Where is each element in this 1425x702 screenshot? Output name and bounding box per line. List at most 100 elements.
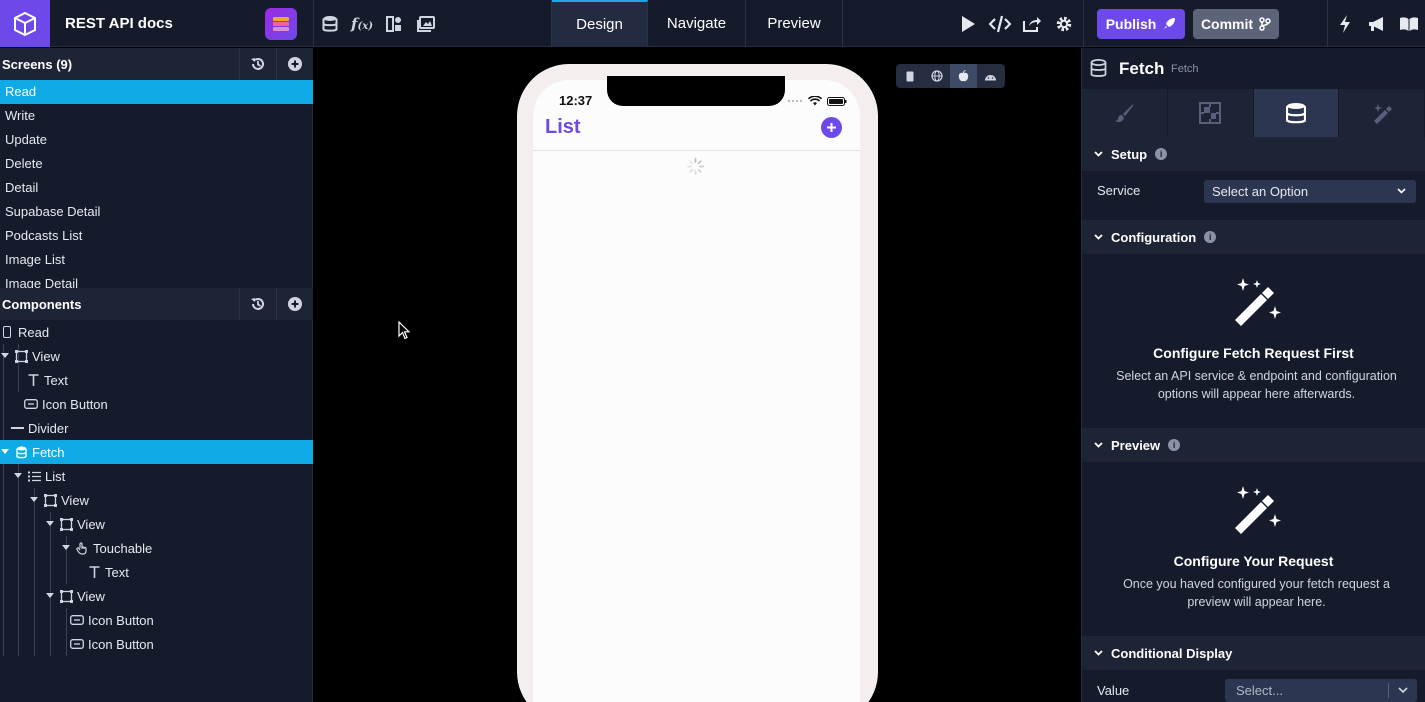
info-icon[interactable]: i [1155,148,1168,160]
code-icon[interactable] [989,13,1011,35]
component-view[interactable]: View [0,488,313,512]
component-label: Text [44,372,68,388]
platform-switcher [896,64,1005,88]
app-logo[interactable] [0,0,50,47]
separator [1327,0,1328,47]
tablet-icon[interactable] [896,64,923,88]
divider-icon [10,421,24,435]
touch-icon [75,541,89,555]
tab-design[interactable]: Design [552,0,648,47]
service-select[interactable]: Select an Option [1204,180,1416,203]
mouse-cursor-icon [398,321,410,340]
caret-down-icon[interactable] [61,543,71,553]
component-read[interactable]: Read [0,320,313,344]
tab-data[interactable] [1253,89,1340,137]
screen-item-image-list[interactable]: Image List [0,248,313,272]
setup-heading: Setup [1111,146,1148,162]
separator [313,0,314,47]
component-text[interactable]: Text [0,560,313,584]
screen-item-delete[interactable]: Delete [0,152,313,176]
publish-button[interactable]: Publish [1097,9,1185,39]
component-label: Icon Button [88,636,154,652]
setup-section-header[interactable]: Setup i [1082,137,1425,171]
component-icon-button[interactable]: Icon Button [0,392,313,416]
gear-icon[interactable] [1053,13,1075,35]
component-label: Divider [28,420,69,436]
add-screen-button[interactable] [276,48,313,80]
caret-down-icon[interactable] [45,591,55,601]
preview-section-header[interactable]: Preview i [1082,428,1425,462]
component-touchable[interactable]: Touchable [0,536,313,560]
info-icon[interactable]: i [1168,439,1181,451]
database-icon[interactable] [319,13,341,35]
component-label: Icon Button [42,396,108,412]
component-view[interactable]: View [0,512,313,536]
components-history-button[interactable] [239,288,276,320]
view-icon [43,493,57,507]
screen-item-supabase-detail[interactable]: Supabase Detail [0,200,313,224]
branch-icon [1259,17,1271,31]
component-label: View [77,588,105,604]
add-item-button[interactable] [821,117,842,138]
inspector-tabs [1082,89,1425,137]
component-icon-button[interactable]: Icon Button [0,632,313,656]
app-thumbnail[interactable] [265,8,297,40]
caret-down-icon[interactable] [45,519,55,529]
device-notch [607,76,785,106]
function-icon[interactable]: f(x) [351,13,373,35]
screens-history-button[interactable] [239,48,276,80]
assets-icon[interactable] [383,13,405,35]
tab-navigate[interactable]: Navigate [648,0,746,47]
screen-item-update[interactable]: Update [0,128,313,152]
battery-icon [827,96,847,106]
magic-wand-icon [1235,486,1281,534]
media-icon[interactable] [415,13,437,35]
component-divider[interactable]: Divider [0,416,313,440]
screen-item-podcasts-list[interactable]: Podcasts List [0,224,313,248]
component-label: View [61,492,89,508]
tab-actions[interactable] [1339,89,1425,137]
app-stack-icon [273,17,289,31]
commit-button[interactable]: Commit [1193,9,1279,39]
play-icon[interactable] [957,13,979,35]
header-divider [533,150,860,151]
share-icon[interactable] [1021,13,1043,35]
component-text[interactable]: Text [0,368,313,392]
screen-item-write[interactable]: Write [0,104,313,128]
info-icon[interactable]: i [1204,231,1217,243]
add-component-button[interactable] [276,288,313,320]
screen-item-read[interactable]: Read [0,80,313,104]
value-select[interactable]: Select... [1225,679,1417,702]
component-view[interactable]: View [0,584,313,608]
android-icon[interactable] [977,64,1004,88]
caret-down-icon[interactable] [0,447,10,457]
value-label: Value [1097,683,1130,698]
inspector-subtitle: Fetch [1171,63,1199,75]
globe-icon[interactable] [923,64,950,88]
chevron-down-icon [1094,234,1103,240]
megaphone-icon[interactable] [1366,13,1388,35]
select-divider [1388,683,1389,698]
book-icon[interactable] [1398,13,1420,35]
icon-button-icon [70,613,84,627]
conditional-display-section-header[interactable]: Conditional Display [1082,636,1425,670]
app-title[interactable]: REST API docs [65,15,173,32]
component-fetch[interactable]: Fetch [0,440,313,464]
component-label: Read [18,324,50,340]
component-list[interactable]: List [0,464,313,488]
screen-item-detail[interactable]: Detail [0,176,313,200]
caret-down-icon[interactable] [29,495,39,505]
configuration-empty-text: Select an API service & endpoint and con… [1116,369,1397,401]
tab-layout[interactable] [1167,89,1254,137]
component-icon-button[interactable]: Icon Button [0,608,313,632]
component-view[interactable]: View [0,344,313,368]
tab-preview[interactable]: Preview [746,0,843,47]
configuration-section-header[interactable]: Configuration i [1082,220,1425,254]
apple-icon[interactable] [950,64,977,88]
caret-down-icon[interactable] [13,471,23,481]
lightning-icon[interactable] [1334,13,1356,35]
caret-down-icon[interactable] [0,351,10,361]
screen-item-image-detail[interactable]: Image Detail [0,272,313,288]
service-select-value: Select an Option [1212,184,1309,199]
tab-style[interactable] [1082,89,1168,137]
